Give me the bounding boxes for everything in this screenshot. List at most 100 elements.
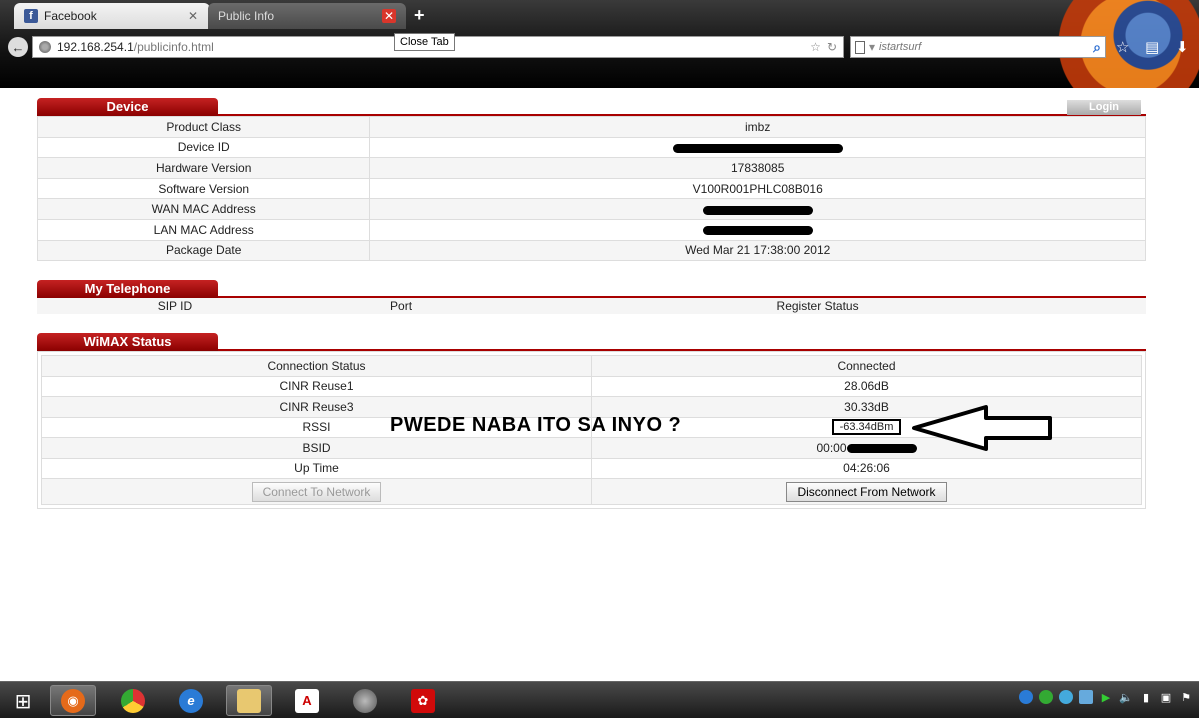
back-button[interactable]: ← [8,37,28,57]
disconnect-cell: Disconnect From Network [591,478,1142,505]
row-label: Package Date [36,239,371,262]
connect-cell: Connect To Network [41,478,592,505]
url-host: 192.168.254.1 [57,40,134,54]
play-icon[interactable]: ▶ [1099,690,1113,704]
search-bar[interactable]: ▾ ⌕ [850,36,1106,58]
device-table: Product Class imbz Device ID Hardware Ver… [36,116,1146,262]
table-row: CINR Reuse1 28.06dB [41,375,1142,397]
row-value: imbz [369,116,1146,138]
close-tab-icon[interactable]: ✕ [186,9,200,23]
row-value [369,136,1146,159]
wimax-title: WiMAX Status [37,333,218,351]
telephone-table: SIP ID Port Register Status [37,298,1146,314]
taskbar-explorer[interactable] [226,685,272,716]
row-value: 04:26:06 [591,457,1142,479]
table-row: LAN MAC Address [36,218,1146,241]
browser-chrome: f Facebook ✕ Public Info ✕ + Close Tab ←… [0,0,1199,88]
bookmark-star-icon[interactable]: ☆ [810,40,821,54]
windows-taskbar: ⊞ ◉ e A ✿ ▶ 🔈 ▮ ▣ ⚑ [0,681,1199,718]
table-row: Software Version V100R001PHLC08B016 [36,177,1146,200]
taskbar-globe-app[interactable] [342,685,388,716]
login-button[interactable]: Login [1067,100,1141,115]
telephone-title: My Telephone [37,280,218,298]
redaction-mark [702,226,813,236]
row-value [369,198,1146,220]
close-tab-tooltip: Close Tab [394,33,455,51]
disconnect-from-network-button[interactable]: Disconnect From Network [786,481,947,502]
tab-strip: f Facebook ✕ Public Info ✕ + [0,0,1000,30]
search-engine-icon[interactable] [855,40,865,54]
row-value: 00:00 [591,437,1142,459]
column-header: Port [312,298,490,314]
globe-icon [39,41,51,53]
row-label: Up Time [41,457,592,479]
internet-explorer-icon: e [179,688,203,713]
bookmarks-list-icon[interactable]: ▤ [1145,38,1159,56]
connect-to-network-button[interactable]: Connect To Network [251,481,382,502]
taskbar-firefox[interactable]: ◉ [50,685,96,716]
row-value: Wed Mar 21 17:38:00 2012 [369,239,1146,262]
reload-icon[interactable]: ↻ [827,40,837,54]
table-row: WAN MAC Address [36,198,1146,220]
taskbar-chrome[interactable] [110,685,156,716]
taskbar-internet-explorer[interactable]: e [168,685,214,716]
search-input[interactable] [879,41,1090,53]
tab-title: Public Info [218,9,275,23]
annotation-arrow-icon [912,405,1052,451]
button-row: Connect To Network Disconnect From Netwo… [41,478,1142,505]
network-icon[interactable]: ▣ [1159,690,1173,704]
new-tab-button[interactable]: + [414,5,425,26]
redaction-mark [846,444,917,454]
page-content: Device Login Product Class imbz Device ID… [0,88,1199,681]
device-section: Device Login Product Class imbz Device ID… [36,98,1146,262]
chevron-down-icon[interactable]: ▾ [869,40,875,54]
close-tab-icon[interactable]: ✕ [382,9,396,23]
row-label: WAN MAC Address [36,198,371,220]
search-icon[interactable]: ⌕ [1093,39,1101,56]
tab-public-info[interactable]: Public Info ✕ [208,3,406,29]
telephone-section: My Telephone SIP ID Port Register Status [37,280,1146,314]
row-label: BSID [41,437,592,459]
row-value [369,218,1146,241]
tray-app-icon[interactable] [1039,690,1053,704]
tab-title: Facebook [44,9,97,23]
signal-icon: A [295,688,319,713]
table-header-row: SIP ID Port Register Status [37,298,1146,314]
taskbar-huawei[interactable]: ✿ [400,685,446,716]
telephone-header: My Telephone [37,280,1146,298]
url-path: /publicinfo.html [133,40,214,54]
taskbar-wifi-app[interactable]: A [284,685,330,716]
table-row: Package Date Wed Mar 21 17:38:00 2012 [36,239,1146,262]
tray-app-icon[interactable] [1059,690,1073,704]
chrome-icon [121,688,145,713]
system-tray: ▶ 🔈 ▮ ▣ ⚑ [1019,690,1193,704]
column-header: Register Status [489,298,1146,314]
flag-icon[interactable]: ⚑ [1179,690,1193,704]
table-row: Device ID [36,136,1146,159]
redaction-mark [672,143,843,153]
huawei-logo-icon: ✿ [411,688,435,713]
row-label: Connection Status [41,355,592,377]
navigation-bar: ← 192.168.254.1/publicinfo.html ☆ ↻ ▾ ⌕ … [0,33,1199,61]
tray-app-icon[interactable] [1019,690,1033,704]
row-label: LAN MAC Address [36,218,371,241]
column-header: SIP ID [37,298,313,314]
row-value: Connected [591,355,1142,377]
row-value: V100R001PHLC08B016 [369,177,1146,200]
download-icon[interactable]: ⬇ [1176,38,1189,56]
annotation-text: PWEDE NABA ITO SA INYO ? [390,414,682,436]
device-header: Device Login [37,98,1146,116]
bookmarks-star-icon[interactable]: ☆ [1116,38,1129,56]
row-value: 28.06dB [591,375,1142,397]
row-label: Device ID [36,136,371,159]
tray-app-icon[interactable] [1079,690,1093,704]
table-row: Product Class imbz [36,116,1146,138]
battery-icon[interactable]: ▮ [1139,690,1153,704]
windows-start-button[interactable]: ⊞ [8,686,38,716]
facebook-icon: f [24,9,38,23]
row-label: Software Version [36,177,371,200]
row-value: 17838085 [369,157,1146,179]
tab-facebook[interactable]: f Facebook ✕ [14,3,210,29]
table-row: Connection Status Connected [41,355,1142,377]
volume-icon[interactable]: 🔈 [1119,690,1133,704]
